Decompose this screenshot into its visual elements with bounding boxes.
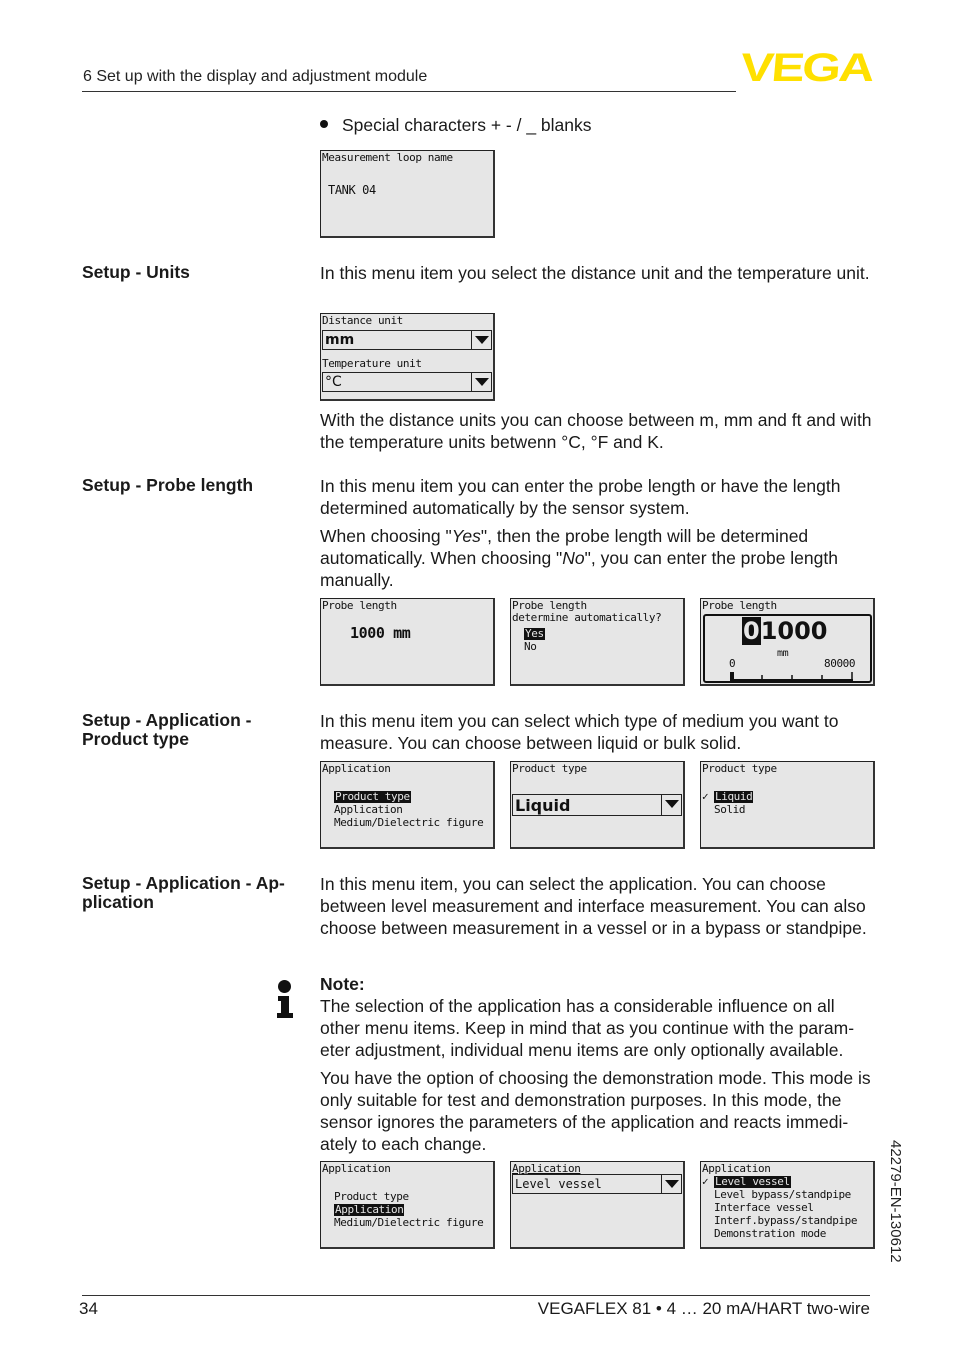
distance-unit-select[interactable]: mm [322, 330, 492, 350]
cursor-digit[interactable]: 0 [742, 617, 761, 645]
section-label-product-type: Setup - Application - Product type [82, 711, 307, 749]
lcd-title: Application [702, 1162, 771, 1175]
text-part: When choosing " [320, 526, 452, 546]
lcd-application-menu-2: Application Product type Application Med… [320, 1161, 495, 1249]
application-select[interactable]: Level vessel [512, 1174, 682, 1194]
dropdown-arrow-icon[interactable] [661, 795, 681, 815]
lcd-title: Product type [512, 762, 587, 775]
lcd-product-type-select: Product type Liquid [510, 761, 685, 849]
bullet-item: Special characters + - / _ blanks [320, 115, 592, 136]
lcd-subtitle: determine automatically? [512, 611, 662, 624]
text-yes: Yes [451, 526, 481, 546]
lcd-units: Distance unit mm Temperature unit °C [320, 313, 495, 401]
product-type-text: In this menu item you can select which t… [320, 711, 839, 753]
note-text: The selection of the application has a c… [320, 996, 855, 1060]
demo-mode-text: You have the option of choosing the demo… [320, 1068, 871, 1154]
menu-item-product-type[interactable]: Product type [334, 791, 411, 803]
option-interface-vessel[interactable]: Interface vessel [714, 1202, 814, 1214]
section-header-title: 6 Set up with the display and adjustment… [83, 68, 428, 85]
logo-text: VEGA [738, 46, 875, 90]
option-level-vessel[interactable]: Level vessel [714, 1176, 791, 1188]
bullet-icon [320, 120, 328, 129]
lcd-title: Application [322, 1162, 391, 1175]
menu-item-product-type[interactable]: Product type [334, 1191, 409, 1203]
edit-frame: 01000 mm 0 80000 [703, 614, 872, 683]
footer-divider [82, 1295, 870, 1296]
lcd-title: Probe length [322, 599, 397, 612]
option-solid[interactable]: Solid [714, 804, 746, 816]
check-icon: ✓ [702, 790, 709, 803]
bullet-text: Special characters + - / _ blanks [342, 115, 592, 135]
edit-value[interactable]: 01000 [742, 617, 828, 645]
section-label-units: Setup - Units [82, 262, 190, 282]
value-digits: 1000 [760, 617, 828, 645]
lcd-application-menu: Application Product type Application Med… [320, 761, 495, 849]
lcd-measurement-loop-name: Measurement loop name TANK 04 [320, 150, 495, 238]
units-text: In this menu item you select the distanc… [320, 263, 870, 283]
menu-item-medium[interactable]: Medium/Dielectric figure [334, 1217, 484, 1229]
lcd-title: Measurement loop name [322, 151, 453, 164]
lcd-value: TANK 04 [328, 183, 376, 197]
vega-logo: VEGA [739, 46, 875, 90]
probe-length-text: In this menu item you can enter the prob… [320, 476, 841, 518]
label-line: plication [82, 892, 154, 912]
option-liquid[interactable]: Liquid [714, 791, 754, 803]
section-label-application: Setup - Application - Ap-plication [82, 874, 307, 912]
edit-unit: mm [777, 648, 789, 659]
option-demonstration-mode[interactable]: Demonstration mode [714, 1228, 826, 1240]
option-interface-bypass[interactable]: Interf.bypass/standpipe [714, 1215, 858, 1227]
lcd-product-type-list: Product type ✓ Liquid Solid [700, 761, 875, 849]
lcd-probe-length-auto: Probe length determine automatically? Ye… [510, 598, 685, 686]
application-value: Level vessel [515, 1177, 602, 1191]
dropdown-arrow-icon[interactable] [471, 331, 491, 349]
menu-item-application[interactable]: Application [334, 804, 403, 816]
application-text: In this menu item, you can select the ap… [320, 874, 867, 938]
units-options-text: With the distance units you can choose b… [320, 410, 872, 452]
menu-item-medium[interactable]: Medium/Dielectric figure [334, 817, 484, 829]
lcd-application-select: Application Level vessel [510, 1161, 685, 1249]
distance-unit-value: mm [325, 332, 355, 348]
lcd-probe-length-edit: Probe length 01000 mm 0 80000 [700, 598, 875, 686]
lcd-title: Product type [702, 762, 777, 775]
page-number: 34 [79, 1299, 98, 1318]
section-label-probe-length: Setup - Probe length [82, 475, 254, 495]
probe-length-value: 1000 mm [350, 624, 411, 642]
check-icon: ✓ [702, 1175, 709, 1188]
scale-max: 80000 [824, 657, 856, 670]
label-line: Setup - Application - Ap- [82, 873, 285, 893]
option-yes[interactable]: Yes [524, 628, 545, 640]
text-no: No [562, 548, 585, 568]
lcd-title: Application [322, 762, 391, 775]
dropdown-arrow-icon[interactable] [471, 373, 491, 391]
info-note-icon [276, 980, 294, 1020]
option-level-bypass[interactable]: Level bypass/standpipe [714, 1189, 851, 1201]
scale-min: 0 [729, 657, 736, 670]
menu-item-application[interactable]: Application [334, 1204, 405, 1216]
lcd-probe-length: Probe length 1000 mm [320, 598, 495, 686]
document-code: 42279-EN-130612 [887, 1140, 904, 1263]
label-line: Setup - Application - [82, 710, 252, 730]
label-line: Product type [82, 729, 189, 749]
temperature-unit-value: °C [325, 374, 342, 390]
product-type-select[interactable]: Liquid [512, 794, 682, 816]
probe-length-choice-text: When choosing "Yes", then the probe leng… [320, 525, 875, 591]
temperature-unit-label: Temperature unit [322, 357, 422, 370]
dropdown-arrow-icon[interactable] [661, 1175, 681, 1193]
distance-unit-label: Distance unit [322, 314, 403, 327]
temperature-unit-select[interactable]: °C [322, 372, 492, 392]
footer-product-name: VEGAFLEX 81 • 4 … 20 mA/HART two-wire [537, 1299, 870, 1318]
scale-bar [730, 672, 853, 681]
lcd-application-list: Application ✓ Level vessel Level bypass/… [700, 1161, 875, 1249]
header-divider [82, 91, 736, 92]
lcd-title: Probe length [702, 599, 777, 612]
product-type-value: Liquid [515, 796, 571, 815]
note-title: Note: [320, 974, 365, 994]
option-no[interactable]: No [524, 641, 537, 653]
